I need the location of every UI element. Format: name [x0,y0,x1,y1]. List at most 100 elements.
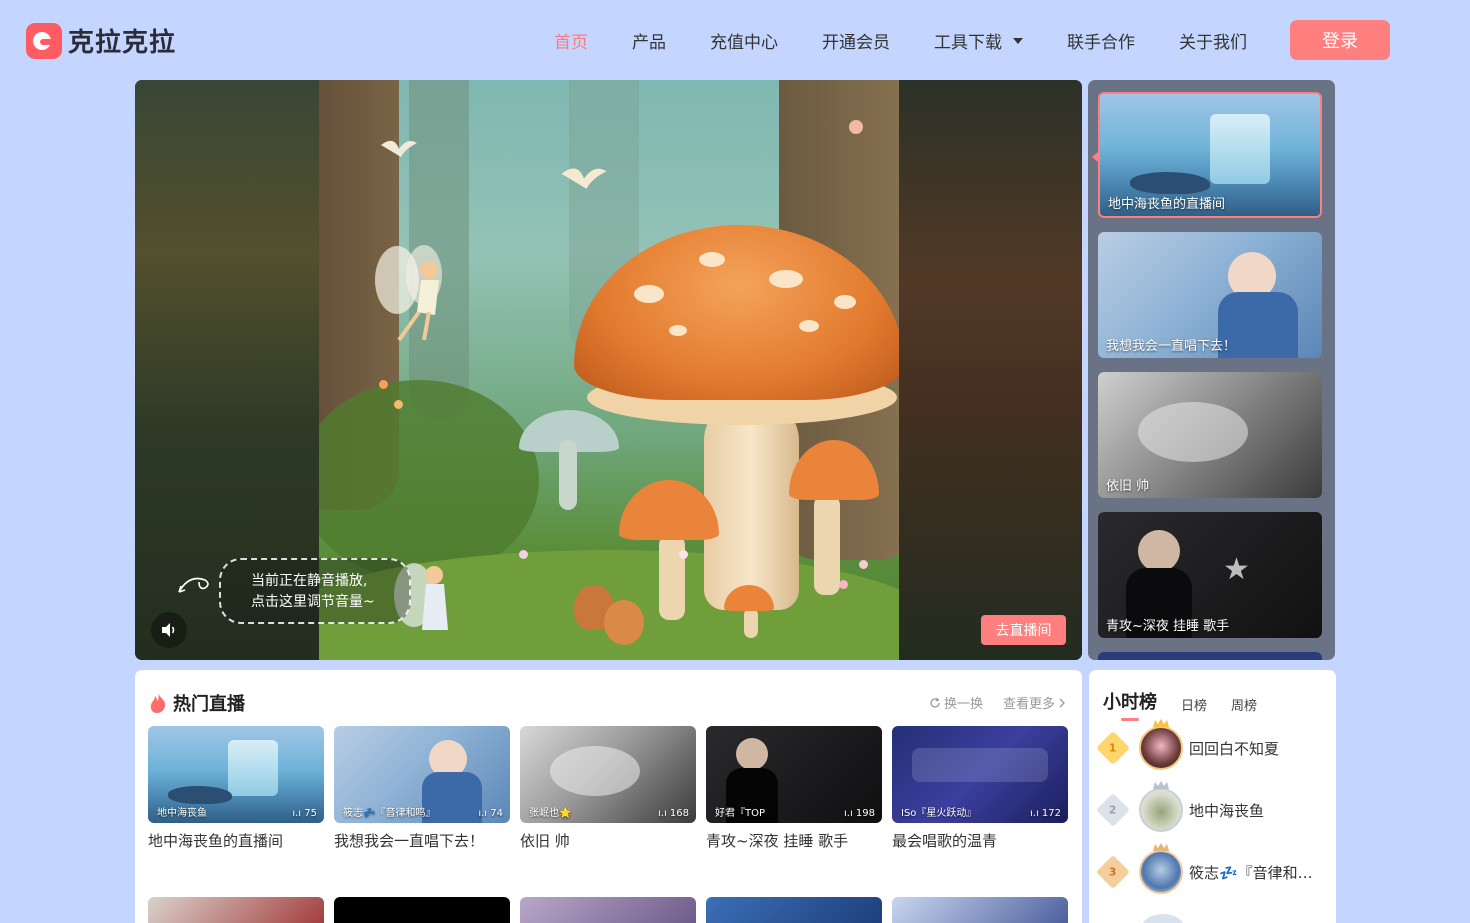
nav-item-cooperation[interactable]: 联手合作 [1067,28,1135,53]
signal-icon: ı.ı [292,808,305,819]
signal-icon: ı.ı [657,808,670,819]
waterfall-thumb [228,740,278,796]
view-more-link[interactable]: 查看更多 [1003,693,1066,712]
rank-item[interactable]: 2 地中海丧鱼 [1096,781,1264,832]
nav-item-label: 产品 [632,33,666,53]
mushroom-spot [769,270,803,288]
live-card[interactable] [334,897,510,923]
nav-item-label: 首页 [554,33,588,53]
mushroom-spot [634,285,664,303]
viewer-count: ı.ı 74 [478,808,503,819]
flower [849,120,863,134]
live-card[interactable] [148,897,324,923]
crown-icon [1153,781,1169,789]
rank-number: 3 [1109,865,1117,879]
live-card-title: 青攻~深夜 挂睡 歌手 [706,832,849,850]
anchor-name: 好君『TOP [715,808,766,819]
fire-icon [150,693,166,713]
mushroom-stem [704,400,799,610]
viewer-count-value: 172 [1041,808,1061,819]
nav-item-about[interactable]: 关于我们 [1179,28,1247,53]
live-card-title: 地中海丧鱼的直播间 [148,832,284,850]
live-card[interactable]: 筱志💤『音律和鸣』 ı.ı 74 我想我会一直唱下去！ [334,726,510,851]
signal-icon: ı.ı [1029,808,1042,819]
site-header: 克拉克拉 首页 产品 充值中心 开通会员 工具下载 联手合作 关于我们 登录 [0,0,1470,80]
mushroom-stem [744,608,758,638]
mushroom-stem [814,495,840,595]
rank-diamond-icon: 3 [1096,855,1130,889]
viewer-count: ı.ı 168 [658,808,689,819]
rank-item[interactable]: 1 回回白不知夏 [1096,719,1280,770]
carousel-item[interactable]: 我想我会一直唱下去！ [1098,232,1322,358]
live-card[interactable] [706,897,882,923]
live-card-title: 我想我会一直唱下去！ [334,832,485,850]
mushroom-spot [669,325,687,336]
live-card-thumbnail: 好君『TOP ı.ı 198 [706,726,882,823]
rank-diamond-icon: 1 [1096,731,1130,765]
flower [379,380,388,389]
squirrel-tail [604,600,644,645]
logo[interactable]: 克拉克拉 [26,22,176,59]
viewer-count-value: 74 [490,808,503,819]
live-card[interactable]: 张岷也🌟 ı.ı 168 依旧 帅 [520,726,696,851]
volume-icon [162,623,175,637]
live-card[interactable]: ISo『星火跃动』 ı.ı 172 最会唱歌的温青 [892,726,1068,851]
nav-item-label: 开通会员 [822,33,890,53]
refresh-button[interactable]: 换一换 [929,693,983,712]
flower [394,400,403,409]
nav-item-downloads[interactable]: 工具下载 [934,28,1023,53]
live-card-thumbnail: 张岷也🌟 ı.ı 168 [520,726,696,823]
nav-item-membership[interactable]: 开通会员 [822,28,890,53]
singer-thumb [1138,530,1180,572]
live-card[interactable] [520,897,696,923]
nav-item-label: 关于我们 [1179,33,1247,53]
viewer-count: ı.ı 172 [1030,808,1061,819]
live-card-thumbnail: ISo『星火跃动』 ı.ı 172 [892,726,1068,823]
carousel-item-label: 青攻~深夜 挂睡 歌手 [1106,619,1230,634]
mute-hint-bubble[interactable]: 当前正在静音播放, 点击这里调节音量~ [219,558,411,624]
avatar [1139,781,1183,832]
rank-diamond-icon: 2 [1096,793,1130,827]
anchor-name: 地中海丧鱼 [157,808,207,819]
carousel-item[interactable]: ★ 青攻~深夜 挂睡 歌手 [1098,512,1322,638]
hot-live-actions: 换一换 查看更多 [929,693,1066,712]
rank-item[interactable]: 3 筱志💤『音律和… [1096,843,1313,894]
bird-figure [381,140,417,157]
main-nav: 首页 产品 充值中心 开通会员 工具下载 联手合作 关于我们 [554,28,1291,53]
carousel-item[interactable] [1098,652,1322,660]
live-card-title: 最会唱歌的温青 [892,832,998,850]
banner-thumb [912,748,1048,782]
crown-icon [1153,843,1169,851]
live-card[interactable] [892,897,1068,923]
tab-daily[interactable]: 日榜 [1181,695,1207,714]
flower [679,550,688,559]
login-button[interactable]: 登录 [1290,20,1390,60]
flower [839,580,848,589]
nav-item-products[interactable]: 产品 [632,28,666,53]
waterfall-thumb [1210,114,1270,184]
nav-item-home[interactable]: 首页 [554,28,588,53]
viewer-count: ı.ı 75 [292,808,317,819]
live-card[interactable]: 地中海丧鱼 ı.ı 75 地中海丧鱼的直播间 [148,726,324,851]
tab-hourly[interactable]: 小时榜 [1103,688,1157,721]
go-to-live-room-button[interactable]: 去直播间 [981,615,1066,645]
mushroom-spot [834,295,856,309]
live-player[interactable]: 当前正在静音播放, 点击这里调节音量~ 去直播间 [135,80,1082,660]
tab-weekly[interactable]: 周榜 [1231,695,1257,714]
crown-icon [1153,719,1169,727]
volume-button[interactable] [151,612,187,648]
rank-item-name: 回回白不知夏 [1189,739,1280,758]
live-card[interactable]: 好君『TOP ı.ı 198 青攻~深夜 挂睡 歌手 [706,726,882,851]
brand-script-thumb: ★ [1223,552,1250,587]
carousel-item-label: 我想我会一直唱下去！ [1106,339,1237,354]
section-title: 热门直播 [173,694,245,715]
carousel-item[interactable]: 依旧 帅 [1098,372,1322,498]
nav-item-recharge[interactable]: 充值中心 [710,28,778,53]
signal-icon: ı.ı [843,808,856,819]
abstract-thumb [1138,402,1248,462]
mushroom-stem [559,440,577,510]
carousel-item[interactable]: 地中海丧鱼的直播间 [1098,92,1322,218]
chevron-right-icon [1059,698,1065,707]
rank-number: 2 [1109,803,1117,817]
viewer-count-value: 198 [855,808,875,819]
